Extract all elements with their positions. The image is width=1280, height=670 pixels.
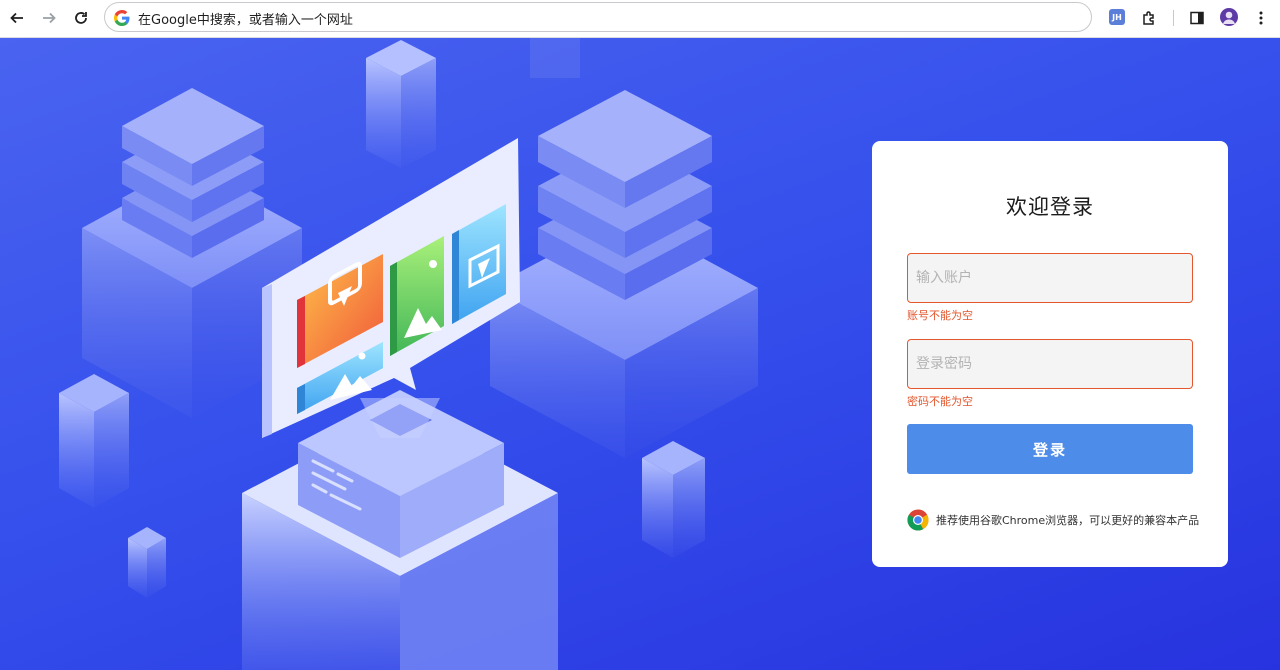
browser-toolbar: 在Google中搜索，或者输入一个网址 JH: [0, 0, 1280, 38]
more-menu-icon[interactable]: [1250, 7, 1272, 29]
browser-recommendation: 推荐使用谷歌Chrome浏览器，可以更好的兼容本产品: [907, 509, 1199, 531]
account-error: 账号不能为空: [907, 309, 973, 322]
browser-tip-text: 推荐使用谷歌Chrome浏览器，可以更好的兼容本产品: [936, 514, 1200, 527]
jh-extension-icon[interactable]: JH: [1109, 9, 1125, 25]
reload-icon[interactable]: [70, 7, 92, 29]
login-button[interactable]: 登录: [907, 424, 1193, 474]
media-display-panel: [262, 138, 520, 438]
side-panel-icon[interactable]: [1186, 7, 1208, 29]
profile-avatar[interactable]: [1220, 8, 1238, 26]
extensions-icon[interactable]: [1138, 7, 1160, 29]
password-input[interactable]: [907, 339, 1193, 389]
login-card: 欢迎登录 账号不能为空 密码不能为空 登录 推荐使用谷歌Chrome浏览器，可以…: [872, 141, 1228, 567]
chrome-logo-icon: [907, 509, 929, 531]
address-bar[interactable]: 在Google中搜索，或者输入一个网址: [104, 2, 1092, 32]
password-error: 密码不能为空: [907, 395, 973, 408]
forward-icon[interactable]: [38, 7, 60, 29]
isometric-servers-illustration: [59, 38, 758, 670]
omnibox-placeholder: 在Google中搜索，或者输入一个网址: [138, 13, 353, 28]
google-g-icon: [114, 10, 130, 26]
login-page: 欢迎登录 账号不能为空 密码不能为空 登录 推荐使用谷歌Chrome浏览器，可以…: [0, 38, 1280, 670]
back-icon[interactable]: [6, 7, 28, 29]
login-title: 欢迎登录: [1006, 195, 1094, 219]
toolbar-divider: [1173, 10, 1174, 26]
right-server-stack: [490, 90, 758, 458]
account-input[interactable]: [907, 253, 1193, 303]
